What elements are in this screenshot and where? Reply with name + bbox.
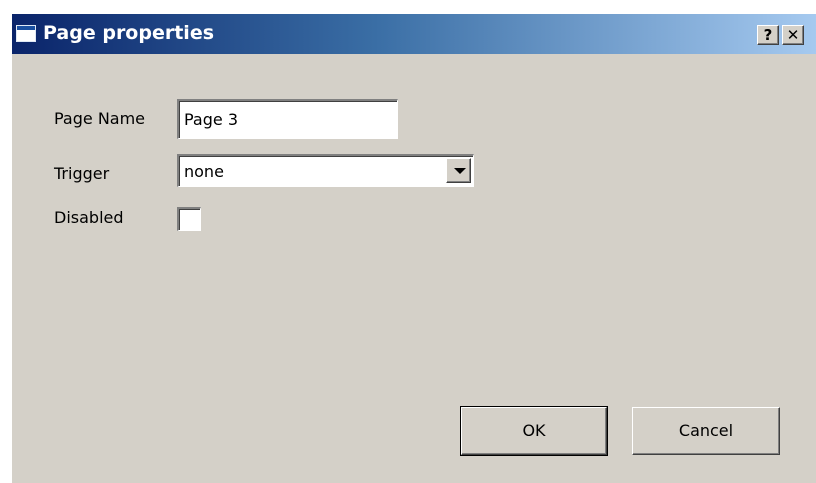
- close-button[interactable]: ✕: [782, 25, 804, 45]
- trigger-selected-value: none: [184, 162, 224, 181]
- trigger-dropdown[interactable]: none: [177, 154, 474, 187]
- page-name-value: Page 3: [184, 110, 238, 129]
- page-name-input[interactable]: Page 3: [177, 99, 398, 139]
- ok-button[interactable]: OK: [460, 406, 608, 456]
- help-button[interactable]: ?: [757, 25, 779, 45]
- disabled-checkbox[interactable]: [177, 207, 201, 231]
- trigger-label: Trigger: [54, 164, 110, 183]
- window-title: Page properties: [43, 22, 215, 44]
- title-bar[interactable]: Page properties ? ✕: [12, 14, 816, 54]
- disabled-label: Disabled: [54, 208, 124, 227]
- cancel-button[interactable]: Cancel: [632, 407, 780, 455]
- trigger-dropdown-button[interactable]: [446, 158, 471, 183]
- close-icon: ✕: [786, 26, 800, 44]
- help-icon: ?: [763, 26, 773, 44]
- page-name-label: Page Name: [54, 109, 146, 128]
- window-icon: [16, 25, 36, 42]
- chevron-down-icon: [454, 168, 466, 174]
- page-properties-dialog: Page properties ? ✕ Page Name Page 3 Tri…: [10, 12, 816, 483]
